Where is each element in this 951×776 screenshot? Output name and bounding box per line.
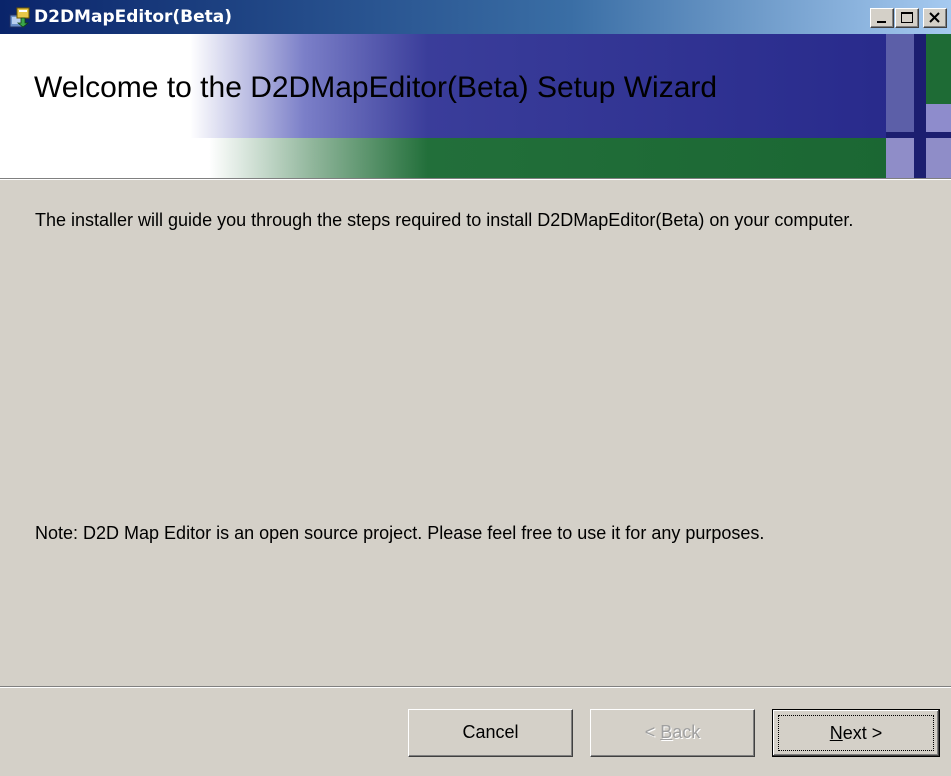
footer-divider xyxy=(0,686,951,688)
setup-wizard-window: D2DMapEditor(Beta) Welcome to the D2DMap… xyxy=(0,0,951,776)
banner-graphic xyxy=(0,34,951,178)
next-focus-rect: Next > xyxy=(778,715,934,751)
wizard-title: Welcome to the D2DMapEditor(Beta) Setup … xyxy=(34,71,718,104)
cancel-button[interactable]: Cancel xyxy=(408,709,573,757)
note-text: Note: D2D Map Editor is an open source p… xyxy=(35,523,765,543)
close-button[interactable] xyxy=(923,8,947,28)
next-button[interactable]: Next > xyxy=(772,709,940,757)
cancel-label: Cancel xyxy=(462,722,519,742)
window-title: D2DMapEditor(Beta) xyxy=(34,7,233,27)
back-label-prefix: < xyxy=(644,722,661,742)
next-label-rest: ext > xyxy=(842,723,883,743)
maximize-button[interactable] xyxy=(895,8,919,28)
minimize-button[interactable] xyxy=(870,8,894,28)
back-label-rest: ack xyxy=(672,722,701,742)
back-label-accel: B xyxy=(660,722,673,742)
title-bar[interactable]: D2DMapEditor(Beta) xyxy=(0,0,951,34)
back-button: < Back xyxy=(590,709,755,757)
intro-text: The installer will guide you through the… xyxy=(35,210,854,230)
installer-icon xyxy=(9,6,31,28)
banner-divider xyxy=(0,178,951,180)
maximize-icon xyxy=(901,12,913,23)
next-label-accel: N xyxy=(829,723,843,743)
wizard-banner: Welcome to the D2DMapEditor(Beta) Setup … xyxy=(0,34,951,178)
minimize-icon xyxy=(877,21,886,23)
close-icon xyxy=(929,12,940,23)
